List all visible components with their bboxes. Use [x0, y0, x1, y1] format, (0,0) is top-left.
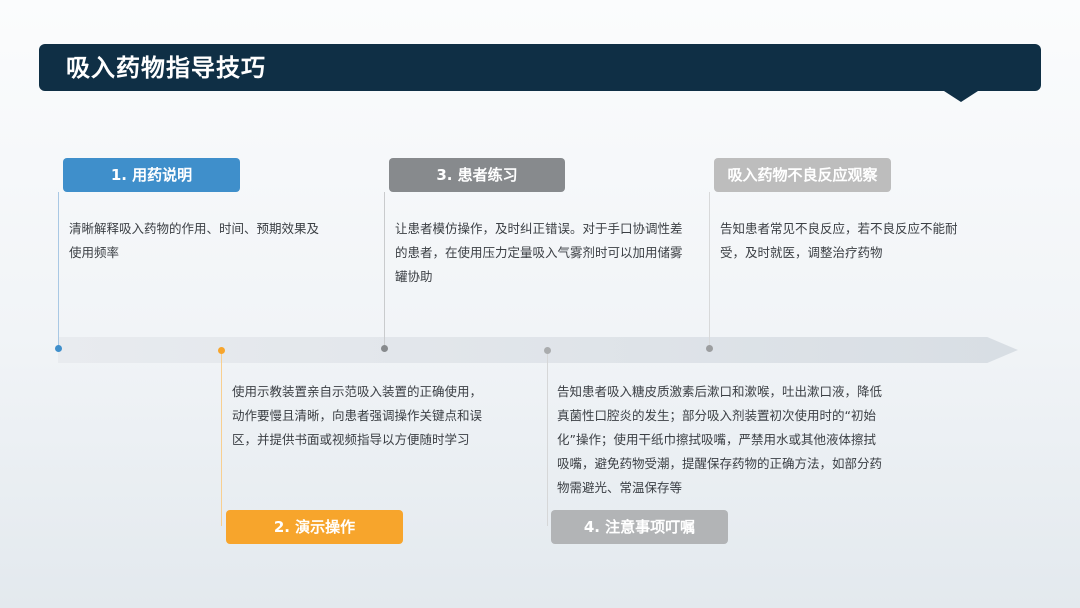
step-tag-2: 2. 演示操作: [226, 510, 403, 544]
step-desc-1: 清晰解释吸入药物的作用、时间、预期效果及使用频率: [69, 221, 320, 260]
timeline-arrow: [58, 337, 1018, 363]
title-bar-notch: [944, 91, 978, 102]
timeline-dot-3: [381, 345, 388, 352]
step-tag-1: 1. 用药说明: [63, 158, 240, 192]
page-title: 吸入药物指导技巧: [66, 54, 266, 82]
step-tag-4: 4. 注意事项叮嘱: [551, 510, 728, 544]
connector-line-2: [221, 352, 222, 526]
step-tag-5: 吸入药物不良反应观察: [714, 158, 891, 192]
connector-line-1: [58, 192, 59, 348]
step-desc-4: 告知患者吸入糖皮质激素后漱口和漱喉，吐出漱口液，降低真菌性口腔炎的发生；部分吸入…: [557, 384, 883, 495]
connector-line-4: [547, 352, 548, 526]
step-desc-3: 让患者模仿操作，及时纠正错误。对于手口协调性差的患者，在使用压力定量吸入气雾剂时…: [395, 221, 683, 284]
timeline-dot-4: [544, 347, 551, 354]
connector-line-5: [709, 192, 710, 348]
step-desc-2: 使用示教装置亲自示范吸入装置的正确使用，动作要慢且清晰，向患者强调操作关键点和误…: [232, 384, 483, 447]
timeline-dot-1: [55, 345, 62, 352]
step-tag-3: 3. 患者练习: [389, 158, 565, 192]
timeline-dot-2: [218, 347, 225, 354]
connector-line-3: [384, 192, 385, 348]
step-desc-5: 告知患者常见不良反应，若不良反应不能耐受，及时就医，调整治疗药物: [720, 221, 958, 260]
timeline-dot-5: [706, 345, 713, 352]
